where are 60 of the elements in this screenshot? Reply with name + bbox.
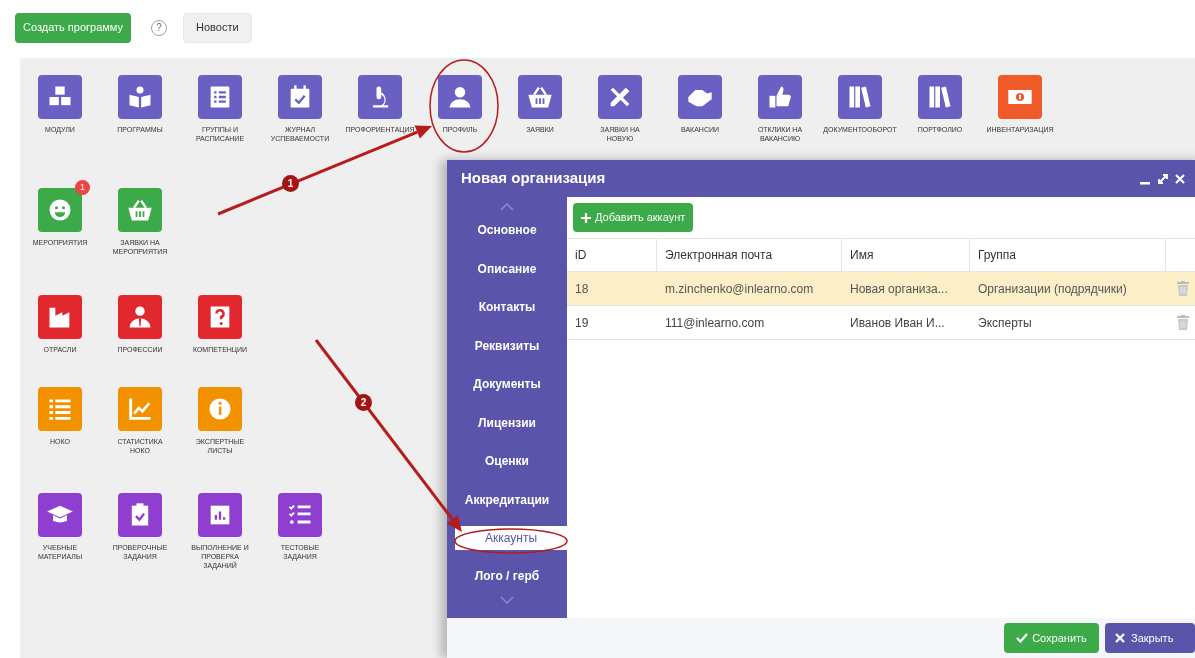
sidebar-tab[interactable]: Контакты: [447, 288, 567, 327]
module-tile[interactable]: [838, 75, 882, 119]
module-tile[interactable]: [118, 493, 162, 537]
table-row[interactable]: 18 m.zinchenko@inlearno.com Новая организа... Организации (подрядчики): [567, 272, 1195, 306]
module-tile[interactable]: [198, 295, 242, 339]
column-header[interactable]: Электронная почта: [657, 239, 842, 271]
module-tile[interactable]: [918, 75, 962, 119]
table-cell-text: Иванов Иван И...: [849, 314, 946, 332]
module-tile[interactable]: [38, 188, 82, 232]
module-tile[interactable]: [358, 75, 402, 119]
table-cell-text: 19: [574, 314, 590, 332]
table-cell-text: 18: [574, 280, 590, 298]
close-label: Закрыть: [1131, 630, 1174, 646]
module-tile[interactable]: [38, 295, 82, 339]
maximize-icon[interactable]: [1157, 172, 1169, 185]
column-header[interactable]: Группа: [970, 239, 1166, 271]
module-tile[interactable]: [278, 493, 322, 537]
close-button[interactable]: Закрыть: [1105, 623, 1195, 653]
table-cell-text: m.zinchenko@inlearno.com: [664, 280, 815, 298]
module-tile[interactable]: [198, 75, 242, 119]
close-icon[interactable]: [1175, 172, 1185, 185]
sidebar-tab[interactable]: Основное: [447, 211, 567, 250]
module-tile[interactable]: [38, 75, 82, 119]
sidebar-tab[interactable]: Реквизиты: [447, 326, 567, 365]
module-tile[interactable]: [518, 75, 562, 119]
sidebar-tab[interactable]: Описание: [447, 249, 567, 288]
table-cell-text: 111@inlearno.com: [664, 314, 766, 332]
add-account-label: Добавить аккаунт: [595, 210, 686, 226]
module-tile[interactable]: [438, 75, 482, 119]
save-label: Сохранить: [1032, 630, 1087, 646]
table-cell-text: Организации (подрядчики): [977, 280, 1128, 298]
module-tile[interactable]: [118, 188, 162, 232]
module-tile[interactable]: [198, 387, 242, 431]
sidebar-tab[interactable]: Лицензии: [447, 403, 567, 442]
check-icon: [1016, 633, 1029, 643]
module-tile[interactable]: [38, 493, 82, 537]
module-tile[interactable]: [118, 387, 162, 431]
plus-icon: [581, 212, 591, 223]
module-tile[interactable]: [278, 75, 322, 119]
module-tile[interactable]: [118, 295, 162, 339]
notification-badge: 1: [75, 180, 90, 195]
module-tile[interactable]: [118, 75, 162, 119]
sidebar-tab[interactable]: Аккредитации: [447, 480, 567, 519]
close-icon: [1115, 633, 1125, 643]
dialog-title: Новая организация: [461, 168, 606, 189]
sidebar-tab[interactable]: Лого / герб: [447, 557, 567, 596]
sidebar-tab[interactable]: Оценки: [447, 442, 567, 481]
module-tile[interactable]: [678, 75, 722, 119]
module-tile[interactable]: [998, 75, 1042, 119]
sidebar-tab[interactable]: Документы: [447, 365, 567, 404]
module-tile[interactable]: [758, 75, 802, 119]
sidebar-tab[interactable]: Аккаунты: [455, 526, 567, 550]
module-tile[interactable]: [38, 387, 82, 431]
module-tile[interactable]: [598, 75, 642, 119]
column-header[interactable]: Имя: [842, 239, 970, 271]
module-tile[interactable]: [198, 493, 242, 537]
table-cell-text: Эксперты: [977, 314, 1033, 332]
table-cell-text: Новая организа...: [849, 280, 949, 298]
column-header[interactable]: iD: [567, 239, 657, 271]
news-button[interactable]: Новости: [183, 12, 252, 43]
